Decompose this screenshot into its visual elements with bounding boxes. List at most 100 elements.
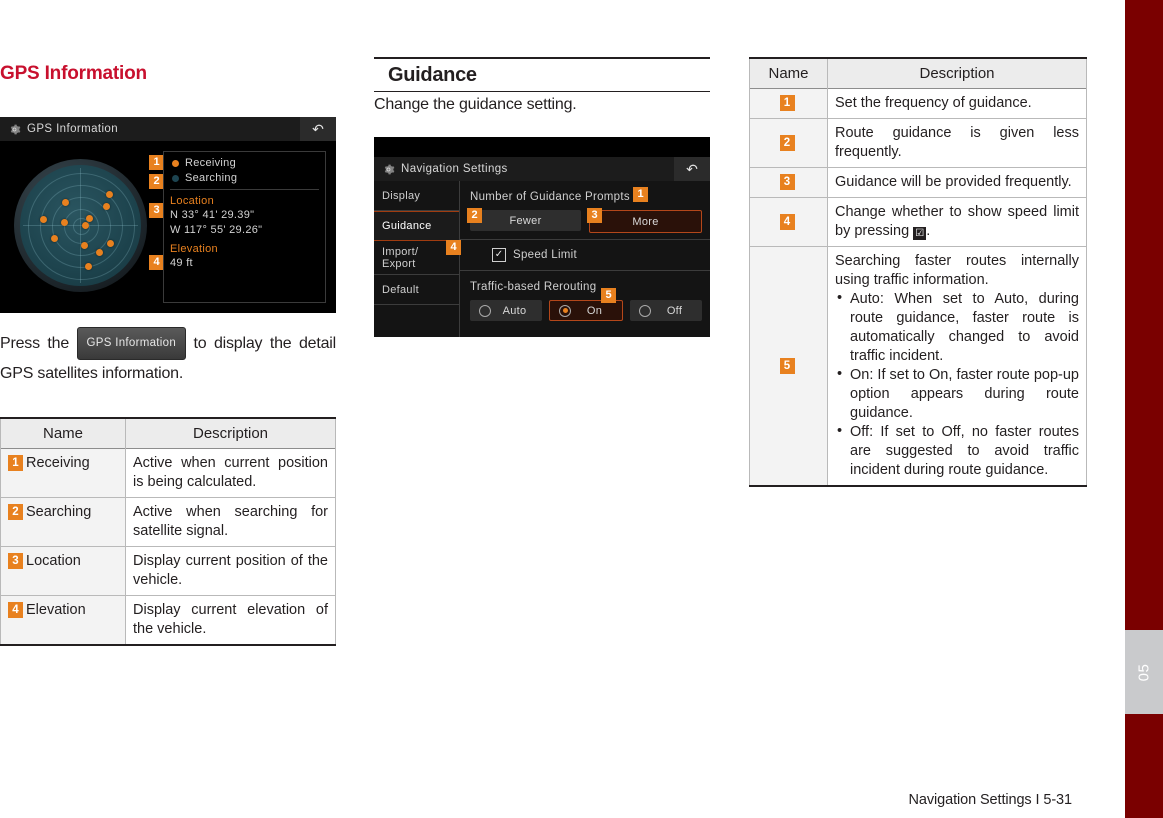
nav-menu-item-default[interactable]: Default — [374, 275, 459, 305]
row-badge: 4 — [779, 213, 795, 230]
footer-text: Navigation Settings I 5-31 — [908, 792, 1073, 808]
row-description-after: . — [926, 223, 931, 239]
nav-settings-menu: Display Guidance Import/ Export Default — [374, 181, 460, 337]
guidance-settings-table: Name Description 1 Set the frequency of … — [749, 57, 1087, 487]
fewer-label: Fewer — [509, 214, 542, 227]
row-name-label: Elevation — [26, 602, 86, 618]
list-item: Auto: When set to Auto, during route gui… — [835, 289, 1079, 366]
manual-page: GPS Information GPS Information ↶ 1 2 3 … — [0, 0, 1163, 818]
callout-badge-2: 2 — [149, 174, 164, 189]
row-badge: 2 — [779, 134, 795, 151]
chapter-tab: 05 — [1125, 630, 1163, 714]
row-name: 3 Location — [0, 546, 126, 596]
row-description-intro: Searching faster routes internally using… — [835, 253, 1079, 288]
section-heading-guidance: Guidance — [374, 57, 710, 92]
row-name: 1 — [749, 88, 828, 119]
rerouting-options: Auto On Off — [460, 295, 710, 321]
row-badge: 3 — [779, 174, 795, 190]
gps-information-button[interactable]: GPS Information — [76, 327, 187, 360]
table-row: 1 Set the frequency of guidance. — [749, 88, 1087, 119]
row-badge: 3 — [8, 553, 23, 569]
nav-screenshot-title: Navigation Settings — [401, 163, 508, 175]
table-header-description: Description — [827, 58, 1087, 89]
gps-information-screenshot: GPS Information ↶ 1 2 3 4 Receiving Sear… — [0, 117, 336, 313]
table-row: 4 Change whether to show speed limit by … — [749, 197, 1087, 247]
nav-settings-content: Number of Guidance Prompts Fewer More ✓ … — [460, 181, 710, 337]
row-badge: 4 — [8, 602, 23, 618]
rerouting-auto-label: Auto — [502, 304, 527, 317]
callout-badge-5: 5 — [601, 288, 616, 303]
row-name: 1 Receiving — [0, 448, 126, 498]
row-description: Active when searching for satellite sign… — [125, 497, 336, 547]
table-row: 1 Receiving Active when current position … — [0, 448, 336, 498]
rerouting-on-option[interactable]: On — [549, 300, 623, 321]
gps-screenshot-titlebar: GPS Information ↶ — [0, 117, 336, 141]
gps-screenshot-title: GPS Information — [27, 123, 119, 135]
list-item: Off: If set to Off, no faster routes are… — [835, 422, 1079, 480]
more-label: More — [632, 215, 659, 228]
row-badge: 2 — [8, 504, 23, 520]
press-instruction-before: Press the — [0, 335, 70, 352]
nav-menu-item-guidance[interactable]: Guidance — [374, 211, 459, 241]
location-title: Location — [170, 195, 214, 207]
row-name-label: Location — [26, 553, 81, 569]
callout-badge-3: 3 — [149, 203, 164, 218]
table-header-name: Name — [749, 58, 828, 89]
rerouting-off-label: Off — [666, 304, 683, 317]
row-description: Set the frequency of guidance. — [827, 88, 1087, 119]
row-name: 2 Searching — [0, 497, 126, 547]
gps-screenshot-body: 1 2 3 4 Receiving Searching Location N 3… — [0, 141, 336, 313]
row-description: Display current position of the vehicle. — [125, 546, 336, 596]
row-badge: 5 — [779, 357, 795, 374]
radio-selected-icon — [559, 304, 571, 317]
table-header-description: Description — [125, 418, 336, 449]
table-row: 4 Elevation Display current elevation of … — [0, 595, 336, 646]
guidance-prompts-section: Number of Guidance Prompts Fewer More — [460, 181, 710, 239]
table-header-name: Name — [0, 418, 126, 449]
legend-receiving: Receiving — [170, 157, 319, 169]
elevation-value: 49 ft — [170, 257, 193, 269]
gear-icon — [10, 124, 21, 134]
speed-limit-row[interactable]: ✓ Speed Limit — [460, 240, 710, 270]
callout-badge-2: 2 — [467, 208, 482, 223]
more-button[interactable]: More — [589, 210, 702, 233]
callout-badge-1: 1 — [633, 187, 648, 202]
table-row: 2 Route guidance is given less frequentl… — [749, 118, 1087, 168]
nav-screenshot-titlebar: Navigation Settings ↶ — [374, 157, 710, 181]
rerouting-section: Traffic-based Rerouting — [460, 271, 710, 295]
legend-searching: Searching — [170, 172, 319, 184]
rerouting-auto-option[interactable]: Auto — [470, 300, 542, 321]
page-title: GPS Information — [0, 63, 147, 84]
rerouting-label: Traffic-based Rerouting — [470, 281, 597, 293]
fewer-button[interactable]: Fewer — [470, 210, 581, 231]
back-arrow-icon[interactable]: ↶ — [674, 157, 710, 181]
row-name: 4 — [749, 197, 828, 247]
back-arrow-icon[interactable]: ↶ — [300, 117, 336, 141]
location-latitude: N 33° 41' 29.39" — [170, 209, 255, 221]
row-name-label: Searching — [26, 504, 92, 520]
table-row: 2 Searching Active when searching for sat… — [0, 497, 336, 547]
speed-limit-checkbox-icon[interactable]: ✓ — [492, 248, 506, 262]
gps-legend-table: Name Description 1 Receiving Active when … — [0, 417, 336, 646]
nav-menu-item-display[interactable]: Display — [374, 181, 459, 211]
page-footer: Navigation Settings I 5-31 — [0, 774, 1125, 818]
row-description: Active when current position is being ca… — [125, 448, 336, 498]
row-name: 2 — [749, 118, 828, 168]
panel-divider — [170, 189, 319, 190]
searching-dot-icon — [172, 174, 179, 182]
rerouting-off-option[interactable]: Off — [630, 300, 702, 321]
elevation-title: Elevation — [170, 243, 218, 255]
table-row: 3 Guidance will be provided frequently. — [749, 167, 1087, 198]
chapter-tab-label: 05 — [1135, 663, 1153, 681]
receiving-dot-icon — [172, 159, 179, 167]
callout-badge-3: 3 — [587, 208, 602, 223]
rerouting-on-label: On — [586, 304, 603, 317]
legend-searching-label: Searching — [185, 172, 238, 184]
section-heading-label: Guidance — [388, 64, 477, 86]
row-description: Searching faster routes internally using… — [827, 246, 1087, 487]
list-item: On: If set to On, faster route pop-up op… — [835, 365, 1079, 423]
row-description: Route guidance is given less frequently. — [827, 118, 1087, 168]
nav-screenshot-body: Display Guidance Import/ Export Default … — [374, 181, 710, 337]
table-row: 5 Searching faster routes internally usi… — [749, 246, 1087, 487]
row-badge: 1 — [8, 455, 23, 471]
